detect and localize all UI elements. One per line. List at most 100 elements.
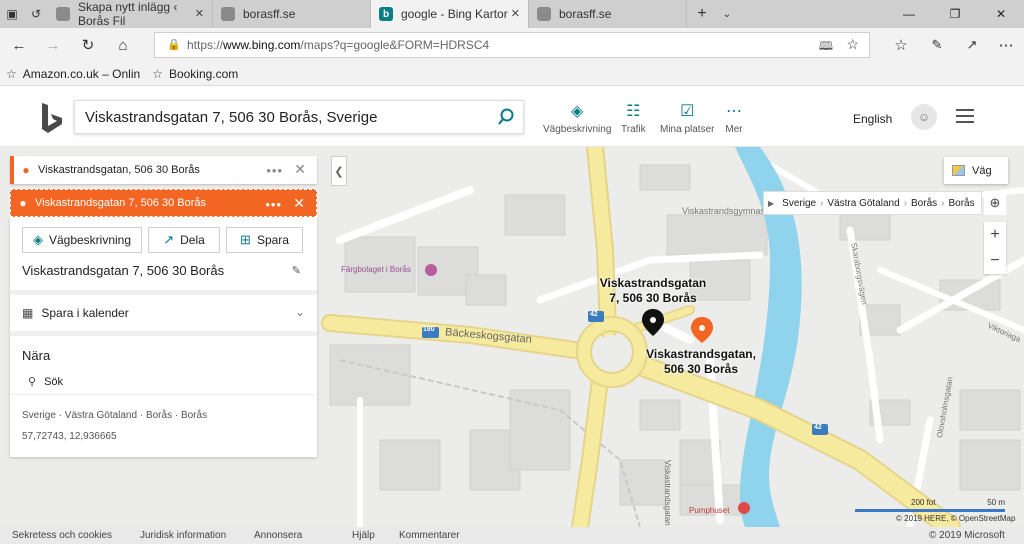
favorite-booking[interactable]: ☆ Booking.com [152,67,238,81]
account-avatar-icon[interactable]: ☺ [911,104,937,130]
scale-label-feet: 200 fot [911,498,936,507]
more-options-icon[interactable]: ••• [266,163,283,178]
my-places-button[interactable]: ☑ Mina platser [660,103,714,135]
tool-label: Mina platser [660,124,715,135]
tab-borasff[interactable]: borasff.se [213,0,371,28]
search-icon[interactable] [497,108,515,126]
breadcrumb-arrow-icon[interactable]: ▶ [768,199,774,208]
add-icon: ⊞ [240,232,251,247]
page-favicon-icon [537,7,551,21]
poi-pumphuset[interactable]: Pumphuset [689,506,729,515]
directions-action-button[interactable]: ◈ Vägbeskrivning [22,227,142,253]
language-link[interactable]: English [853,112,892,126]
poi-fargbolaget[interactable]: Färgbolaget i Borås [341,265,411,274]
map-style-button[interactable]: Väg [944,157,1008,184]
url-host: www.bing.com [223,38,301,52]
tab-preview-icon[interactable]: ▣ [0,0,24,28]
footer-link-privacy[interactable]: Sekretess och cookies [12,530,112,541]
chevron-down-icon[interactable]: ⌄ [295,305,305,319]
address-line: Viskastrandsgatan 7, 506 30 Borås ✎ [10,253,317,290]
url-prefix: https:// [187,38,224,52]
share-button[interactable]: ↗ Dela [148,227,220,253]
reading-view-icon[interactable]: 🕮 [819,37,833,58]
map-attribution[interactable]: © 2019 HERE, © OpenStreetMap [896,514,1015,523]
results-panel: ● Viskastrandsgatan, 506 30 Borås ••• ✕ … [10,156,317,457]
button-label: Vägbeskrivning [48,233,132,247]
breadcrumb-item[interactable]: Västra Götaland [827,198,899,209]
tab-skapa-inlagg[interactable]: Skapa nytt inlägg ‹ Borås Fil ✕ [48,0,213,28]
page-favicon-icon [56,7,70,21]
traffic-button[interactable]: ☷ Trafik [621,103,646,135]
collapse-panel-chevron-icon[interactable]: ❮ [331,156,347,186]
footer-link-legal[interactable]: Juridisk information [140,530,226,541]
nearby-search-label: Sök [44,375,64,388]
pin-label-line: Viskastrandsgatan [599,276,707,290]
location-pin-icon: ● [19,196,27,210]
tab-close-icon[interactable]: ✕ [195,7,204,20]
edit-pencil-icon[interactable]: ✎ [292,264,301,277]
more-button[interactable]: ⋯ Mer [725,103,743,135]
save-to-calendar-row[interactable]: ▦ Spara i kalender ⌄ [10,295,317,331]
more-options-icon[interactable]: ••• [265,197,282,212]
breadcrumb-separator: › [903,197,908,209]
tab-bing-kartor[interactable]: b google - Bing Kartor ✕ [371,0,529,28]
coordinates: 57,72743, 12,936665 [22,431,117,442]
nearby-search-link[interactable]: ⚲ Sök [22,375,305,389]
result-title: Viskastrandsgatan, 506 30 Borås [38,164,200,176]
forward-icon[interactable]: → [42,35,64,55]
share-icon[interactable]: ↗ [961,35,983,55]
search-input[interactable]: Viskastrandsgatan 7, 506 30 Borås, Sveri… [74,100,524,134]
footer-copyright: © 2019 Microsoft [929,530,1005,541]
lock-icon: 🔒 [167,39,181,51]
zoom-out-icon[interactable]: − [984,248,1006,274]
breadcrumb-item[interactable]: Sverige [782,198,816,209]
scale-bar [855,509,1005,512]
road-label-42: 42 [590,311,598,318]
pen-icon[interactable]: ✎ [926,35,948,55]
close-icon[interactable]: ✕ [293,195,305,212]
pin-label-line: Viskastrandsgatan, [646,347,756,361]
close-icon[interactable]: ✕ [294,161,306,178]
locate-me-icon[interactable]: ⊕ [984,191,1006,215]
tool-label: Trafik [621,124,646,135]
new-tab-icon[interactable]: + [687,0,717,28]
directions-button[interactable]: ◈ Vägbeskrivning [543,103,611,135]
star-icon: ☆ [152,66,163,81]
more-menu-icon[interactable]: ⋯ [995,35,1017,55]
restore-icon[interactable]: ❐ [932,0,978,28]
set-aside-tabs-icon[interactable]: ↺ [24,0,48,28]
close-window-icon[interactable]: ✕ [978,0,1024,28]
footer-link-feedback[interactable]: Kommentarer [399,530,460,541]
calendar-icon: ▦ [22,306,34,320]
footer-link-advertise[interactable]: Annonsera [254,530,302,541]
favorites-hub-icon[interactable]: ☆ [890,35,912,55]
back-icon[interactable]: ← [8,35,30,55]
home-icon[interactable]: ⌂ [112,35,134,55]
url-path: /maps?q=google&FORM=HDRSC4 [300,38,490,52]
pin-label-orange: Viskastrandsgatan, 506 30 Borås [640,347,762,377]
road-label-42-east: 42 [814,424,822,431]
street-label-viskastrandsgymnasiet: Viskastrandsgymnas [682,206,765,216]
refresh-icon[interactable]: ↻ [77,35,99,55]
breadcrumb-item[interactable]: Borås [948,198,974,209]
hamburger-menu-icon[interactable] [956,109,974,123]
tab-list-chevron-icon[interactable]: ⌄ [717,0,737,28]
favorite-star-icon[interactable]: ☆ [846,36,859,53]
location-breadcrumb: ▶ Sverige › Västra Götaland › Borås › Borås [763,191,982,215]
bing-logo-icon[interactable] [40,102,64,134]
tab-close-icon[interactable]: ✕ [511,7,520,20]
my-places-icon: ☑ [680,103,695,120]
minimize-icon[interactable]: — [886,0,932,28]
breadcrumb-item[interactable]: Borås [911,198,937,209]
road-map-icon [952,165,965,176]
location-info: Sverige · Västra Götaland · Borås · Borå… [10,394,317,457]
favorite-amazon[interactable]: ☆ Amazon.co.uk – Onlin [6,67,140,81]
url-field[interactable]: 🔒 https://www.bing.com/maps?q=google&FOR… [154,32,870,58]
footer-link-help[interactable]: Hjälp [352,530,375,541]
result-card-address[interactable]: ● Viskastrandsgatan 7, 506 30 Borås ••• … [10,189,317,217]
zoom-in-icon[interactable]: + [984,222,1006,248]
save-button[interactable]: ⊞ Spara [226,227,303,253]
result-card-street[interactable]: ● Viskastrandsgatan, 506 30 Borås ••• ✕ [10,156,317,184]
tab-borasff-2[interactable]: borasff.se [529,0,687,28]
calendar-label: Spara i kalender [41,306,129,320]
